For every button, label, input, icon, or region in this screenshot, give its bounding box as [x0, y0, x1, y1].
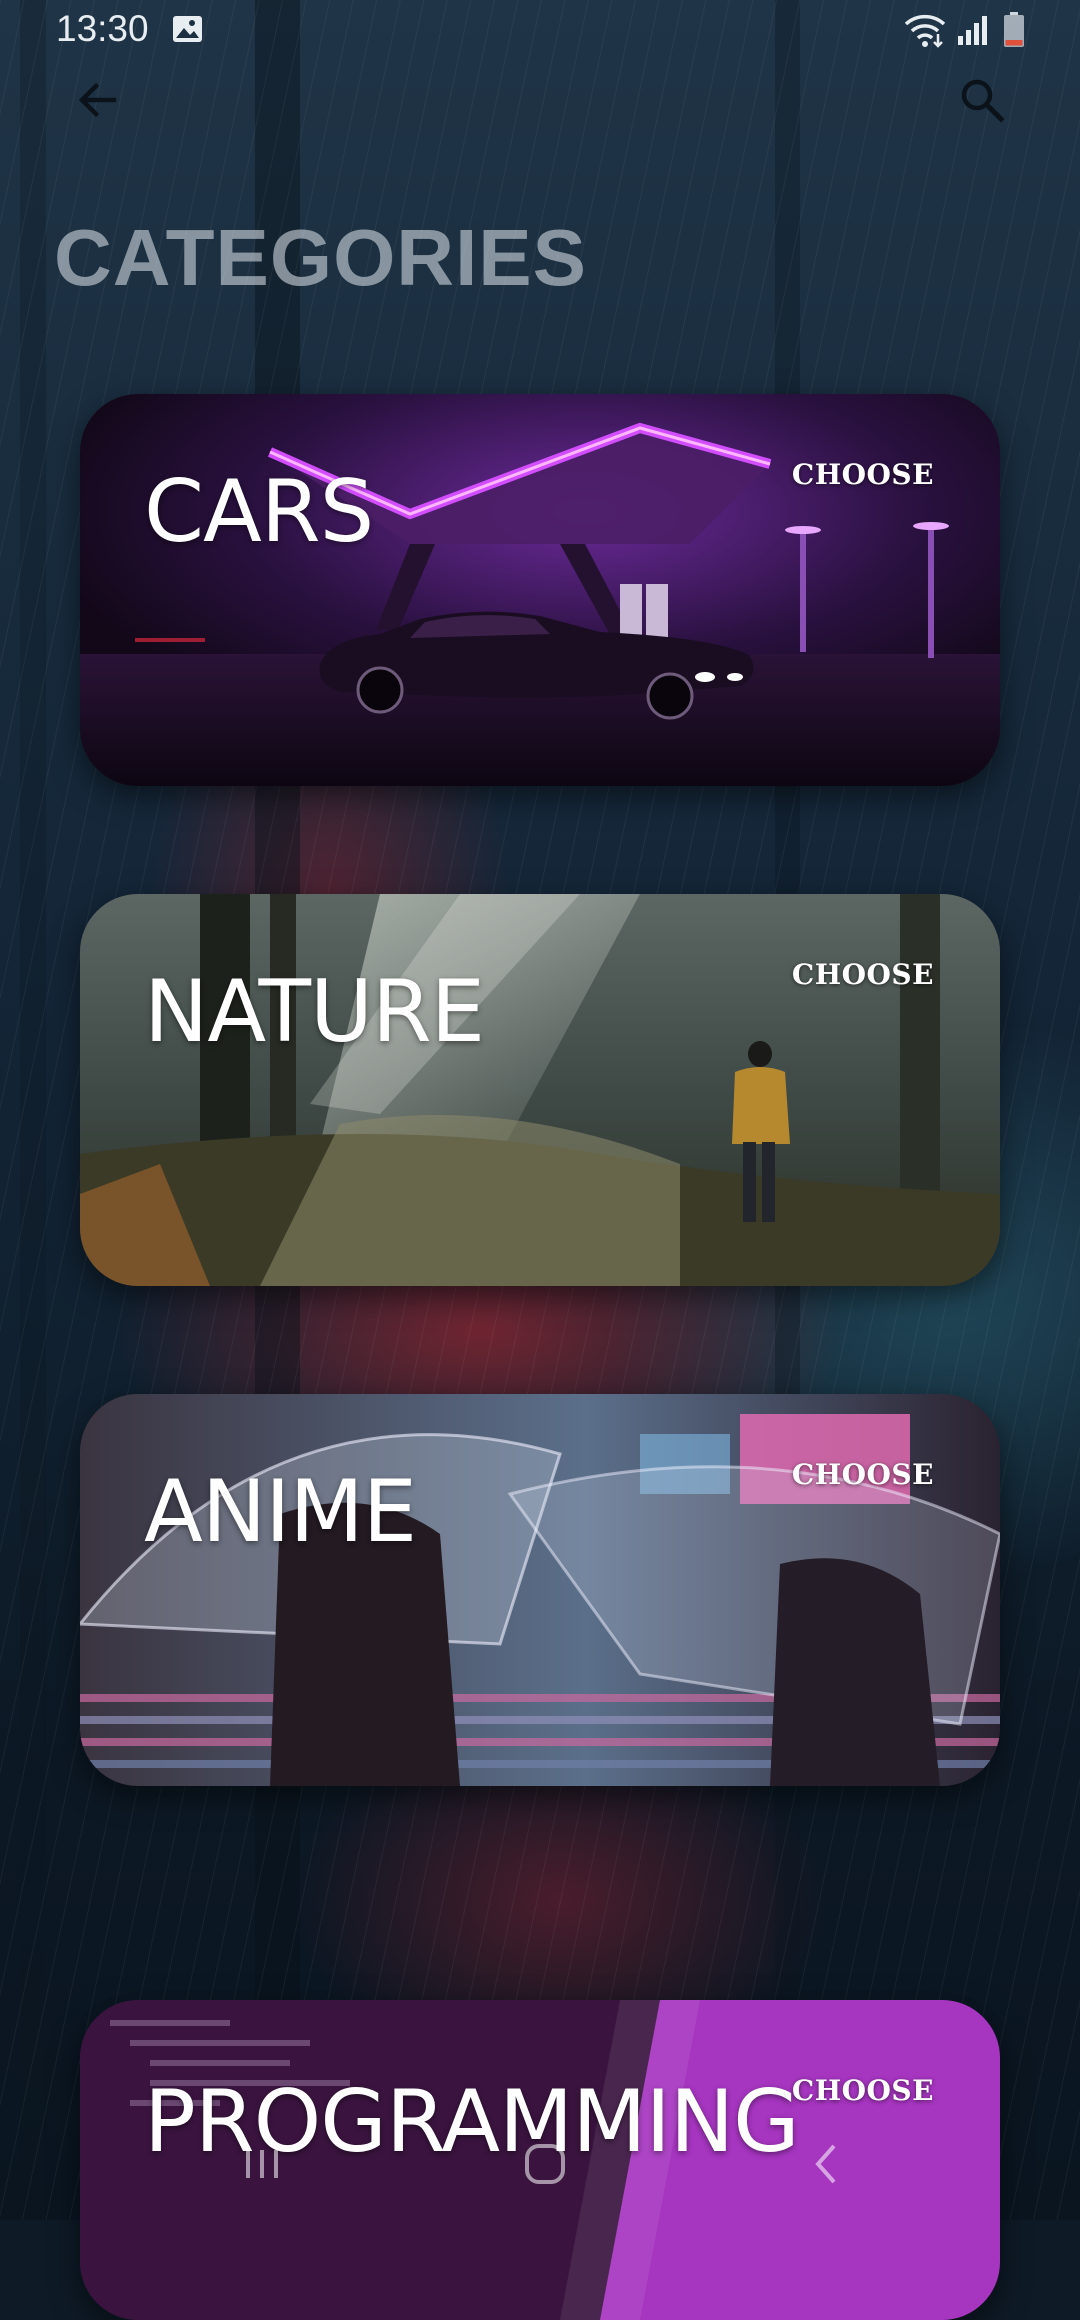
arrow-left-icon — [78, 82, 117, 118]
recents-button[interactable] — [222, 2132, 302, 2196]
recents-icon — [246, 2150, 278, 2178]
category-label: NATURE — [144, 962, 485, 1062]
category-card-nature[interactable]: NATURE CHOOSE — [80, 894, 1000, 1286]
choose-button[interactable]: CHOOSE — [792, 1458, 934, 1491]
home-button[interactable] — [505, 2132, 585, 2196]
nav-back-button[interactable] — [786, 2132, 866, 2196]
wifi-icon — [904, 14, 946, 48]
page-title: CATEGORIES — [54, 213, 588, 302]
back-icon — [815, 2144, 836, 2184]
choose-button[interactable]: CHOOSE — [792, 458, 934, 491]
search-button[interactable] — [946, 64, 1018, 136]
system-nav-bar — [0, 2110, 1080, 2220]
status-time: 13:30 — [56, 8, 149, 49]
search-icon — [961, 79, 1005, 123]
category-card-anime[interactable]: ANIME CHOOSE — [80, 1394, 1000, 1786]
category-card-cars[interactable]: CARS CHOOSE — [80, 394, 1000, 786]
choose-button[interactable]: CHOOSE — [792, 2074, 934, 2107]
choose-button[interactable]: CHOOSE — [792, 958, 934, 991]
status-bar: 13:30 — [0, 0, 1080, 64]
category-label: CARS — [144, 462, 374, 562]
category-label: ANIME — [144, 1462, 417, 1562]
signal-icon — [958, 16, 987, 45]
nature-wallpaper-image — [80, 894, 1000, 1286]
cars-wallpaper-image — [80, 394, 1000, 786]
anime-wallpaper-image — [80, 1394, 1000, 1786]
back-button[interactable] — [62, 64, 134, 136]
gallery-icon — [173, 16, 202, 42]
home-icon — [525, 2144, 565, 2184]
battery-icon — [1004, 12, 1024, 47]
